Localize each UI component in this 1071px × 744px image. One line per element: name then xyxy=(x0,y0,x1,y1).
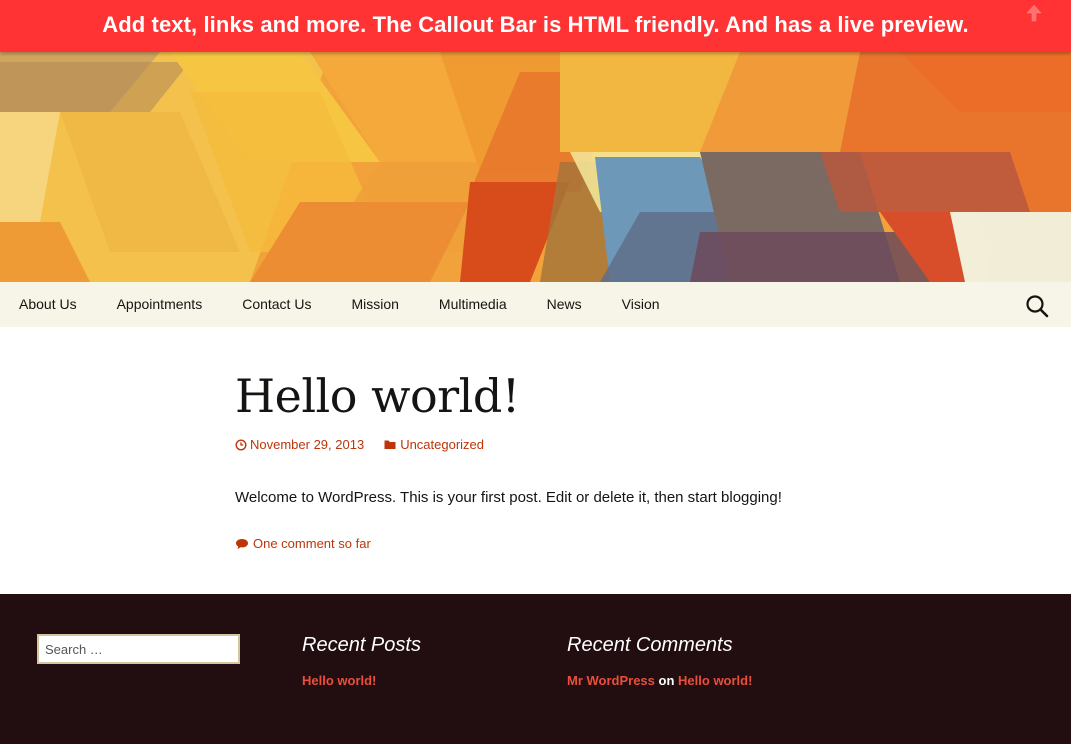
post-category: Uncategorized xyxy=(400,437,485,452)
recent-comments-widget: Recent Comments Mr WordPress on Hello wo… xyxy=(567,634,752,688)
comments-link[interactable]: One comment so far xyxy=(235,536,371,551)
clock-icon xyxy=(235,438,247,451)
post-meta: November 29, 2013 Uncategorized xyxy=(235,437,484,452)
nav-item-vision[interactable]: Vision xyxy=(602,282,680,327)
recent-posts-widget: Recent Posts Hello world! xyxy=(302,634,421,688)
folder-icon xyxy=(384,440,396,449)
post-content: Welcome to WordPress. This is your first… xyxy=(235,489,782,506)
recent-posts-title: Recent Posts xyxy=(302,634,421,656)
recent-comments-title: Recent Comments xyxy=(567,634,733,656)
comments-count: One comment so far xyxy=(253,536,371,551)
post-category-link[interactable]: Uncategorized xyxy=(384,437,484,452)
post-title[interactable]: Hello world! xyxy=(235,369,520,423)
site-footer: Recent Posts Hello world! Recent Comment… xyxy=(0,594,1071,744)
header-banner xyxy=(0,52,1071,282)
post-date: November 29, 2013 xyxy=(250,437,365,452)
nav-item-appointments[interactable]: Appointments xyxy=(97,282,223,327)
comment-post-link[interactable]: Hello world! xyxy=(678,673,752,688)
search-input[interactable] xyxy=(39,637,229,661)
callout-bar: Add text, links and more. The Callout Ba… xyxy=(0,0,1071,52)
main-navigation: About Us Appointments Contact Us Mission… xyxy=(0,282,1071,327)
callout-text: Add text, links and more. The Callout Ba… xyxy=(102,12,969,37)
nav-menu: About Us Appointments Contact Us Mission… xyxy=(0,282,680,327)
header-image xyxy=(0,52,1071,282)
comment-connector: on xyxy=(658,673,675,688)
nav-item-contact-us[interactable]: Contact Us xyxy=(222,282,331,327)
nav-item-mission[interactable]: Mission xyxy=(331,282,418,327)
footer-search-box xyxy=(37,634,240,664)
search-icon[interactable] xyxy=(1025,294,1049,318)
nav-item-multimedia[interactable]: Multimedia xyxy=(419,282,527,327)
nav-item-about-us[interactable]: About Us xyxy=(0,282,97,327)
recent-post-item: Hello world! xyxy=(302,673,421,688)
recent-post-link[interactable]: Hello world! xyxy=(302,673,376,688)
post-date-link[interactable]: November 29, 2013 xyxy=(235,437,364,452)
nav-item-news[interactable]: News xyxy=(527,282,602,327)
recent-comment-item: Mr WordPress on Hello world! xyxy=(567,673,752,688)
arrow-up-icon[interactable] xyxy=(1025,4,1043,22)
comment-bubble-icon xyxy=(236,538,248,549)
comment-author-link[interactable]: Mr WordPress xyxy=(567,673,655,688)
